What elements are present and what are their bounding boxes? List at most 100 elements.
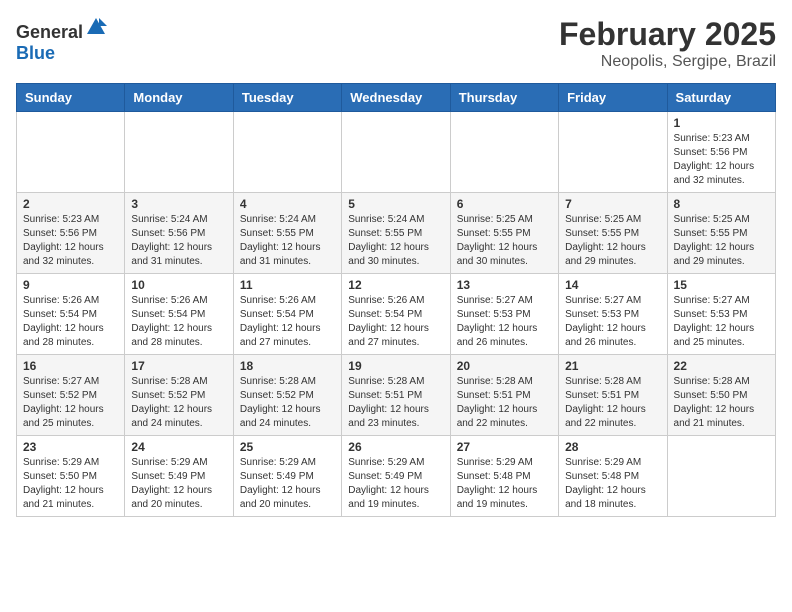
page: General Blue February 2025 Neopolis, Ser… xyxy=(0,0,792,533)
calendar-day-cell: 22Sunrise: 5:28 AM Sunset: 5:50 PM Dayli… xyxy=(667,355,775,436)
calendar-day-cell: 21 Sunrise: 5:28 AM Sunset: 5:51 PM Dayli… xyxy=(559,355,667,436)
day-number: 8 xyxy=(674,197,769,211)
day-number: 9 xyxy=(23,278,118,292)
calendar-day-cell: 10 Sunrise: 5:26 AM Sunset: 5:54 PM Dayli… xyxy=(125,274,233,355)
day-info: Sunrise: 5:23 AM Sunset: 5:56 PM Dayligh… xyxy=(674,132,769,188)
weekday-header: Monday xyxy=(125,84,233,112)
day-number: 25 xyxy=(240,440,335,454)
calendar-day-cell xyxy=(125,112,233,193)
logo-blue-text: Blue xyxy=(16,43,55,63)
calendar-day-cell: 18Sunrise: 5:28 AM Sunset: 5:52 PM Dayli… xyxy=(233,355,341,436)
day-number: 20 xyxy=(457,359,552,373)
day-info: Sunrise: 5:24 AM Sunset: 5:56 PM Dayligh… xyxy=(131,213,226,269)
day-info: Sunrise: 5:28 AM Sunset: 5:51 PM Dayligh… xyxy=(457,375,552,431)
day-info: Sunrise: 5:24 AM Sunset: 5:55 PM Dayligh… xyxy=(348,213,443,269)
day-info: Sunrise: 5:27 AM Sunset: 5:52 PM Dayligh… xyxy=(23,375,118,431)
day-number: 12 xyxy=(348,278,443,292)
logo-general-text: General xyxy=(16,22,83,42)
calendar-week-row: 16 Sunrise: 5:27 AM Sunset: 5:52 PM Dayli… xyxy=(17,355,776,436)
calendar-day-cell: 16 Sunrise: 5:27 AM Sunset: 5:52 PM Dayli… xyxy=(17,355,125,436)
calendar-day-cell: 13 Sunrise: 5:27 AM Sunset: 5:53 PM Dayli… xyxy=(450,274,558,355)
day-number: 27 xyxy=(457,440,552,454)
calendar-day-cell: 12 Sunrise: 5:26 AM Sunset: 5:54 PM Dayli… xyxy=(342,274,450,355)
day-info: Sunrise: 5:23 AM Sunset: 5:56 PM Dayligh… xyxy=(23,213,118,269)
calendar-day-cell xyxy=(17,112,125,193)
calendar-day-cell: 24 Sunrise: 5:29 AM Sunset: 5:49 PM Dayli… xyxy=(125,436,233,517)
day-number: 28 xyxy=(565,440,660,454)
calendar-week-row: 2Sunrise: 5:23 AM Sunset: 5:56 PM Daylig… xyxy=(17,193,776,274)
calendar-day-cell xyxy=(233,112,341,193)
day-number: 15 xyxy=(674,278,769,292)
day-number: 11 xyxy=(240,278,335,292)
calendar-day-cell: 15 Sunrise: 5:27 AM Sunset: 5:53 PM Dayli… xyxy=(667,274,775,355)
calendar-day-cell: 19Sunrise: 5:28 AM Sunset: 5:51 PM Dayli… xyxy=(342,355,450,436)
day-info: Sunrise: 5:26 AM Sunset: 5:54 PM Dayligh… xyxy=(348,294,443,350)
day-info: Sunrise: 5:27 AM Sunset: 5:53 PM Dayligh… xyxy=(674,294,769,350)
day-number: 21 xyxy=(565,359,660,373)
day-info: Sunrise: 5:28 AM Sunset: 5:51 PM Dayligh… xyxy=(565,375,660,431)
weekday-header: Friday xyxy=(559,84,667,112)
day-number: 24 xyxy=(131,440,226,454)
day-info: Sunrise: 5:28 AM Sunset: 5:51 PM Dayligh… xyxy=(348,375,443,431)
day-number: 22 xyxy=(674,359,769,373)
weekday-header: Saturday xyxy=(667,84,775,112)
day-info: Sunrise: 5:26 AM Sunset: 5:54 PM Dayligh… xyxy=(131,294,226,350)
day-info: Sunrise: 5:29 AM Sunset: 5:49 PM Dayligh… xyxy=(240,456,335,512)
calendar-day-cell: 27 Sunrise: 5:29 AM Sunset: 5:48 PM Dayli… xyxy=(450,436,558,517)
day-info: Sunrise: 5:29 AM Sunset: 5:49 PM Dayligh… xyxy=(348,456,443,512)
day-number: 16 xyxy=(23,359,118,373)
calendar-day-cell: 28Sunrise: 5:29 AM Sunset: 5:48 PM Dayli… xyxy=(559,436,667,517)
day-number: 17 xyxy=(131,359,226,373)
weekday-header: Sunday xyxy=(17,84,125,112)
day-info: Sunrise: 5:26 AM Sunset: 5:54 PM Dayligh… xyxy=(240,294,335,350)
calendar-table: SundayMondayTuesdayWednesdayThursdayFrid… xyxy=(16,83,776,517)
calendar-day-cell: 11 Sunrise: 5:26 AM Sunset: 5:54 PM Dayli… xyxy=(233,274,341,355)
calendar-day-cell: 8 Sunrise: 5:25 AM Sunset: 5:55 PM Daylig… xyxy=(667,193,775,274)
calendar-week-row: 9 Sunrise: 5:26 AM Sunset: 5:54 PM Daylig… xyxy=(17,274,776,355)
day-number: 4 xyxy=(240,197,335,211)
calendar-day-cell xyxy=(667,436,775,517)
day-number: 3 xyxy=(131,197,226,211)
day-info: Sunrise: 5:29 AM Sunset: 5:50 PM Dayligh… xyxy=(23,456,118,512)
calendar-day-cell: 6 Sunrise: 5:25 AM Sunset: 5:55 PM Daylig… xyxy=(450,193,558,274)
calendar-day-cell xyxy=(559,112,667,193)
day-info: Sunrise: 5:29 AM Sunset: 5:48 PM Dayligh… xyxy=(457,456,552,512)
day-number: 7 xyxy=(565,197,660,211)
day-info: Sunrise: 5:29 AM Sunset: 5:49 PM Dayligh… xyxy=(131,456,226,512)
day-number: 13 xyxy=(457,278,552,292)
day-info: Sunrise: 5:25 AM Sunset: 5:55 PM Dayligh… xyxy=(457,213,552,269)
day-number: 26 xyxy=(348,440,443,454)
calendar-day-cell: 17 Sunrise: 5:28 AM Sunset: 5:52 PM Dayli… xyxy=(125,355,233,436)
day-number: 1 xyxy=(674,116,769,130)
weekday-header: Tuesday xyxy=(233,84,341,112)
calendar-day-cell: 14Sunrise: 5:27 AM Sunset: 5:53 PM Dayli… xyxy=(559,274,667,355)
calendar-day-cell: 4 Sunrise: 5:24 AM Sunset: 5:55 PM Daylig… xyxy=(233,193,341,274)
day-info: Sunrise: 5:25 AM Sunset: 5:55 PM Dayligh… xyxy=(565,213,660,269)
day-number: 6 xyxy=(457,197,552,211)
day-info: Sunrise: 5:26 AM Sunset: 5:54 PM Dayligh… xyxy=(23,294,118,350)
calendar-day-cell: 1 Sunrise: 5:23 AM Sunset: 5:56 PM Daylig… xyxy=(667,112,775,193)
day-info: Sunrise: 5:28 AM Sunset: 5:52 PM Dayligh… xyxy=(131,375,226,431)
day-number: 10 xyxy=(131,278,226,292)
calendar-day-cell: 9 Sunrise: 5:26 AM Sunset: 5:54 PM Daylig… xyxy=(17,274,125,355)
weekday-header: Wednesday xyxy=(342,84,450,112)
location-title: Neopolis, Sergipe, Brazil xyxy=(559,53,776,71)
day-info: Sunrise: 5:25 AM Sunset: 5:55 PM Dayligh… xyxy=(674,213,769,269)
calendar-week-row: 23 Sunrise: 5:29 AM Sunset: 5:50 PM Dayli… xyxy=(17,436,776,517)
weekday-header: Thursday xyxy=(450,84,558,112)
header: General Blue February 2025 Neopolis, Ser… xyxy=(16,16,776,71)
calendar-day-cell: 20 Sunrise: 5:28 AM Sunset: 5:51 PM Dayli… xyxy=(450,355,558,436)
day-number: 23 xyxy=(23,440,118,454)
calendar-day-cell: 23 Sunrise: 5:29 AM Sunset: 5:50 PM Dayli… xyxy=(17,436,125,517)
title-block: February 2025 Neopolis, Sergipe, Brazil xyxy=(559,16,776,71)
calendar-week-row: 1 Sunrise: 5:23 AM Sunset: 5:56 PM Daylig… xyxy=(17,112,776,193)
logo-icon xyxy=(85,16,107,38)
calendar-day-cell xyxy=(450,112,558,193)
calendar-day-cell xyxy=(342,112,450,193)
day-number: 5 xyxy=(348,197,443,211)
day-info: Sunrise: 5:24 AM Sunset: 5:55 PM Dayligh… xyxy=(240,213,335,269)
calendar-day-cell: 7 Sunrise: 5:25 AM Sunset: 5:55 PM Daylig… xyxy=(559,193,667,274)
calendar-day-cell: 26 Sunrise: 5:29 AM Sunset: 5:49 PM Dayli… xyxy=(342,436,450,517)
calendar-day-cell: 5 Sunrise: 5:24 AM Sunset: 5:55 PM Daylig… xyxy=(342,193,450,274)
day-info: Sunrise: 5:27 AM Sunset: 5:53 PM Dayligh… xyxy=(457,294,552,350)
